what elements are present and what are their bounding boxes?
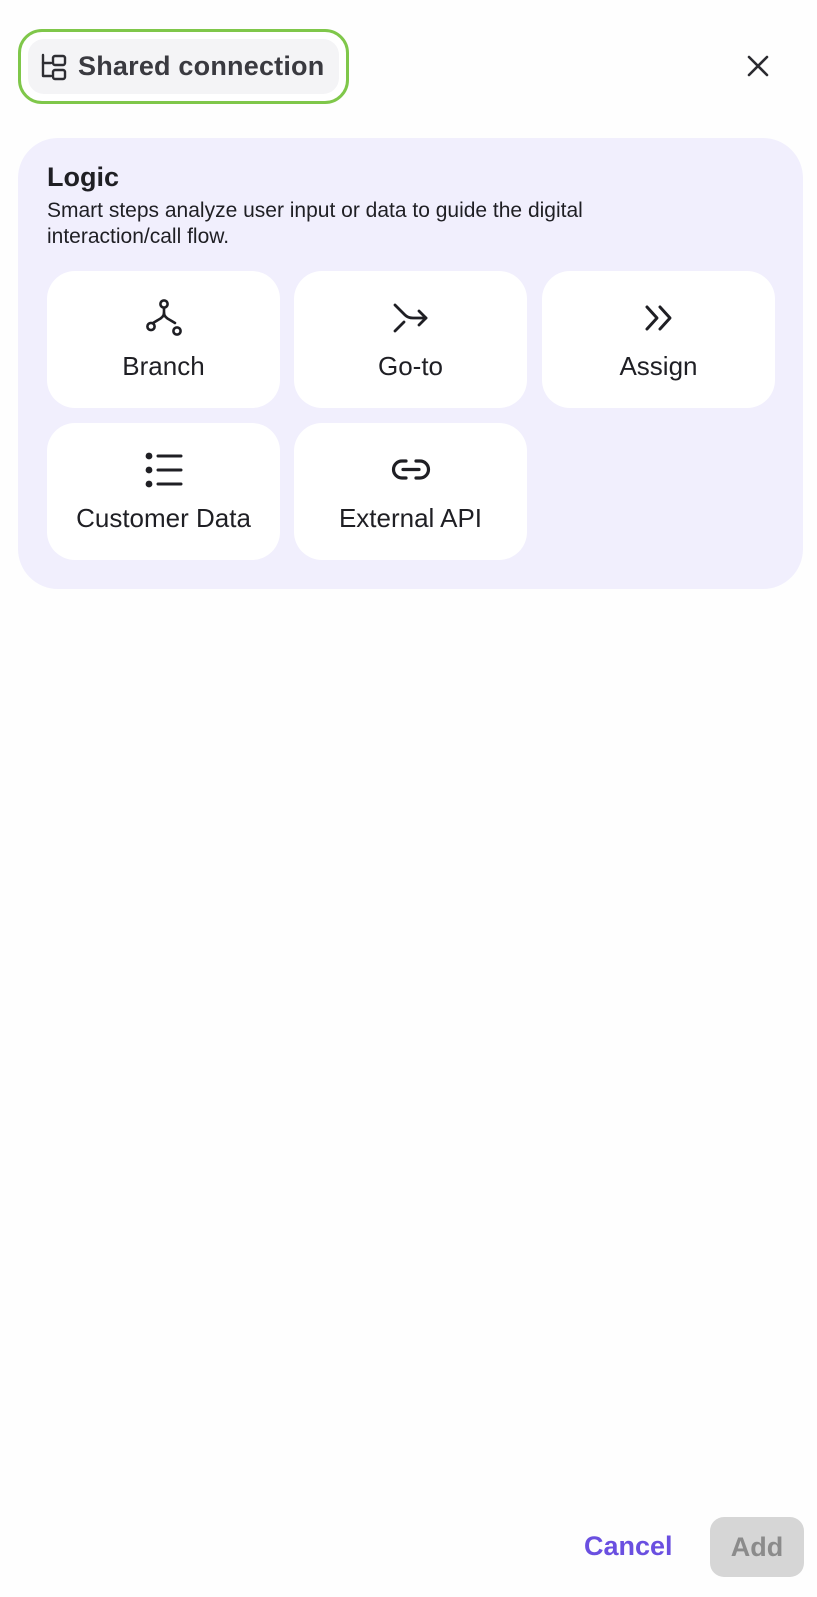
cancel-button[interactable]: Cancel: [584, 1526, 673, 1566]
panel-footer: Cancel Add: [0, 1510, 817, 1597]
external-api-step-tile[interactable]: External API: [294, 423, 527, 560]
hierarchy-icon: [39, 52, 69, 82]
tile-label: External API: [338, 503, 483, 533]
tile-label: Branch: [122, 351, 205, 381]
tile-label: Go-to: [377, 351, 444, 381]
shared-connection-chip[interactable]: Shared connection: [18, 29, 349, 104]
tile-label: Assign: [619, 351, 698, 381]
section-title: Logic: [47, 162, 119, 192]
branch-icon: [144, 299, 184, 337]
add-step-panel: Shared connection Logic Smart steps anal…: [0, 0, 817, 1597]
goto-arrow-icon: [391, 299, 431, 337]
link-icon: [391, 451, 431, 489]
close-button[interactable]: [740, 50, 776, 86]
panel-header: Shared connection: [0, 0, 817, 120]
customer-data-step-tile[interactable]: Customer Data: [47, 423, 280, 560]
add-button[interactable]: Add: [710, 1517, 804, 1577]
goto-step-tile[interactable]: Go-to: [294, 271, 527, 408]
double-chevron-right-icon: [639, 299, 679, 337]
tile-label: Customer Data: [76, 503, 251, 533]
shared-connection-label: Shared connection: [78, 51, 325, 81]
section-description: Smart steps analyze user input or data t…: [47, 199, 583, 248]
list-icon: [144, 451, 184, 489]
close-icon: [746, 54, 770, 83]
assign-step-tile[interactable]: Assign: [542, 271, 775, 408]
branch-step-tile[interactable]: Branch: [47, 271, 280, 408]
logic-section: Logic Smart steps analyze user input or …: [18, 138, 803, 589]
